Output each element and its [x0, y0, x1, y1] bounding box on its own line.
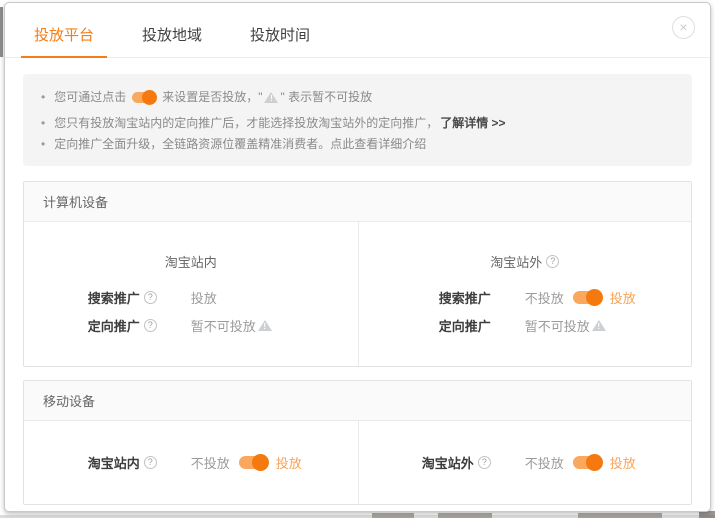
column-title-text: 淘宝站外 [490, 252, 542, 271]
targeted-promotion-row: 定向推广 ? 暂不可投放 ! [24, 316, 358, 335]
search-promotion-row: 搜索推广 ? 投放 [24, 288, 358, 307]
bullet-icon: • [41, 134, 45, 154]
notice-panel: • 您可通过点击 来设置是否投放，" ! " 表示暂不可投放 • 您只有投放淘宝… [23, 74, 692, 166]
warning-icon: ! [592, 320, 606, 331]
tab-placement-time[interactable]: 投放时间 [237, 15, 323, 57]
notice-text: " 表示暂不可投放 [280, 87, 372, 107]
search-promotion-row: 搜索推广 不投放 投放 [359, 288, 692, 307]
row-label: 淘宝站外 [422, 453, 474, 472]
toggle-off-label: 不投放 [525, 453, 564, 472]
toggle-on-label: 投放 [610, 453, 636, 472]
computer-devices-body: 淘宝站内 搜索推广 ? 投放 定向推广 ? [24, 222, 691, 366]
learn-more-link[interactable]: 了解详情 >> [440, 113, 505, 133]
notice-line-targeting-rule: • 您只有投放淘宝站内的定向推广后，才能选择投放淘宝站外的定向推广， 了解详情 … [41, 113, 674, 133]
close-icon[interactable]: × [672, 16, 695, 39]
column-title: 淘宝站内 [24, 252, 358, 271]
notice-text: 您只有投放淘宝站内的定向推广后，才能选择投放淘宝站外的定向推广， [54, 113, 438, 133]
row-label: 淘宝站内 [88, 453, 140, 472]
bullet-icon: • [41, 113, 45, 133]
background-page-fragment [372, 513, 414, 518]
mobile-offsite-row: 淘宝站外 ? 不投放 投放 [359, 453, 692, 472]
computer-devices-section: 计算机设备 淘宝站内 搜索推广 ? 投放 [23, 181, 692, 367]
toggle-on-label: 投放 [276, 453, 302, 472]
mobile-onsite-toggle[interactable] [239, 456, 267, 469]
row-label: 搜索推广 [88, 288, 140, 307]
background-page-fragment [699, 511, 715, 518]
computer-taobao-offsite-column: 淘宝站外 ? 搜索推广 不投放 投放 [358, 222, 692, 366]
computer-offsite-search-toggle[interactable] [573, 291, 601, 304]
detail-intro-link[interactable]: 点此查看详细介绍 [330, 134, 426, 154]
mobile-taobao-onsite-column: 淘宝站内 ? 不投放 投放 [24, 421, 358, 504]
mobile-devices-section: 移动设备 淘宝站内 ? 不投放 投放 [23, 380, 692, 505]
tab-bar: 投放平台 投放地域 投放时间 × [5, 3, 710, 58]
notice-line-toggle-hint: • 您可通过点击 来设置是否投放，" ! " 表示暂不可投放 [41, 87, 674, 107]
mobile-taobao-offsite-column: 淘宝站外 ? 不投放 投放 [358, 421, 692, 504]
background-page-fragment [0, 7, 3, 57]
column-title: 淘宝站外 ? [359, 252, 692, 271]
toggle-example-icon [132, 92, 156, 103]
row-label: 搜索推广 [439, 288, 491, 307]
background-page-fragment [438, 513, 492, 518]
help-icon[interactable]: ? [144, 291, 157, 304]
tab-placement-region[interactable]: 投放地域 [129, 15, 215, 57]
toggle-off-label: 不投放 [191, 453, 230, 472]
targeted-promotion-row: 定向推广 暂不可投放 ! [359, 316, 692, 335]
toggle-on-label: 投放 [610, 288, 636, 307]
notice-text: 来设置是否投放，" [162, 87, 262, 107]
row-label: 定向推广 [88, 316, 140, 335]
page-background: 投放平台 投放地域 投放时间 × • 您可通过点击 来设置是否投放，" ! " … [0, 0, 715, 519]
column-title-text: 淘宝站内 [165, 252, 217, 271]
tab-placement-platform[interactable]: 投放平台 [21, 15, 107, 57]
warning-icon: ! [264, 92, 278, 103]
status-text: 暂不可投放 [191, 316, 256, 335]
placement-settings-dialog: 投放平台 投放地域 投放时间 × • 您可通过点击 来设置是否投放，" ! " … [4, 2, 711, 512]
status-text: 投放 [191, 288, 217, 307]
status-text: 暂不可投放 [525, 316, 590, 335]
bullet-icon: • [41, 87, 45, 107]
notice-text: 定向推广全面升级，全链路资源位覆盖精准消费者。 [54, 134, 330, 154]
mobile-devices-body: 淘宝站内 ? 不投放 投放 淘宝站外 ? [24, 421, 691, 504]
notice-text: 您可通过点击 [54, 87, 126, 107]
help-icon[interactable]: ? [144, 456, 157, 469]
toggle-off-label: 不投放 [525, 288, 564, 307]
warning-icon: ! [258, 320, 272, 331]
help-icon[interactable]: ? [478, 456, 491, 469]
notice-line-upgrade-info: • 定向推广全面升级，全链路资源位覆盖精准消费者。 点此查看详细介绍 [41, 134, 674, 154]
section-title: 计算机设备 [24, 182, 691, 222]
background-page-fragment [578, 513, 662, 518]
section-title: 移动设备 [24, 381, 691, 421]
mobile-offsite-toggle[interactable] [573, 456, 601, 469]
mobile-onsite-row: 淘宝站内 ? 不投放 投放 [24, 453, 358, 472]
help-icon[interactable]: ? [144, 319, 157, 332]
help-icon[interactable]: ? [546, 255, 559, 268]
computer-taobao-onsite-column: 淘宝站内 搜索推广 ? 投放 定向推广 ? [24, 222, 358, 366]
row-label: 定向推广 [439, 316, 491, 335]
